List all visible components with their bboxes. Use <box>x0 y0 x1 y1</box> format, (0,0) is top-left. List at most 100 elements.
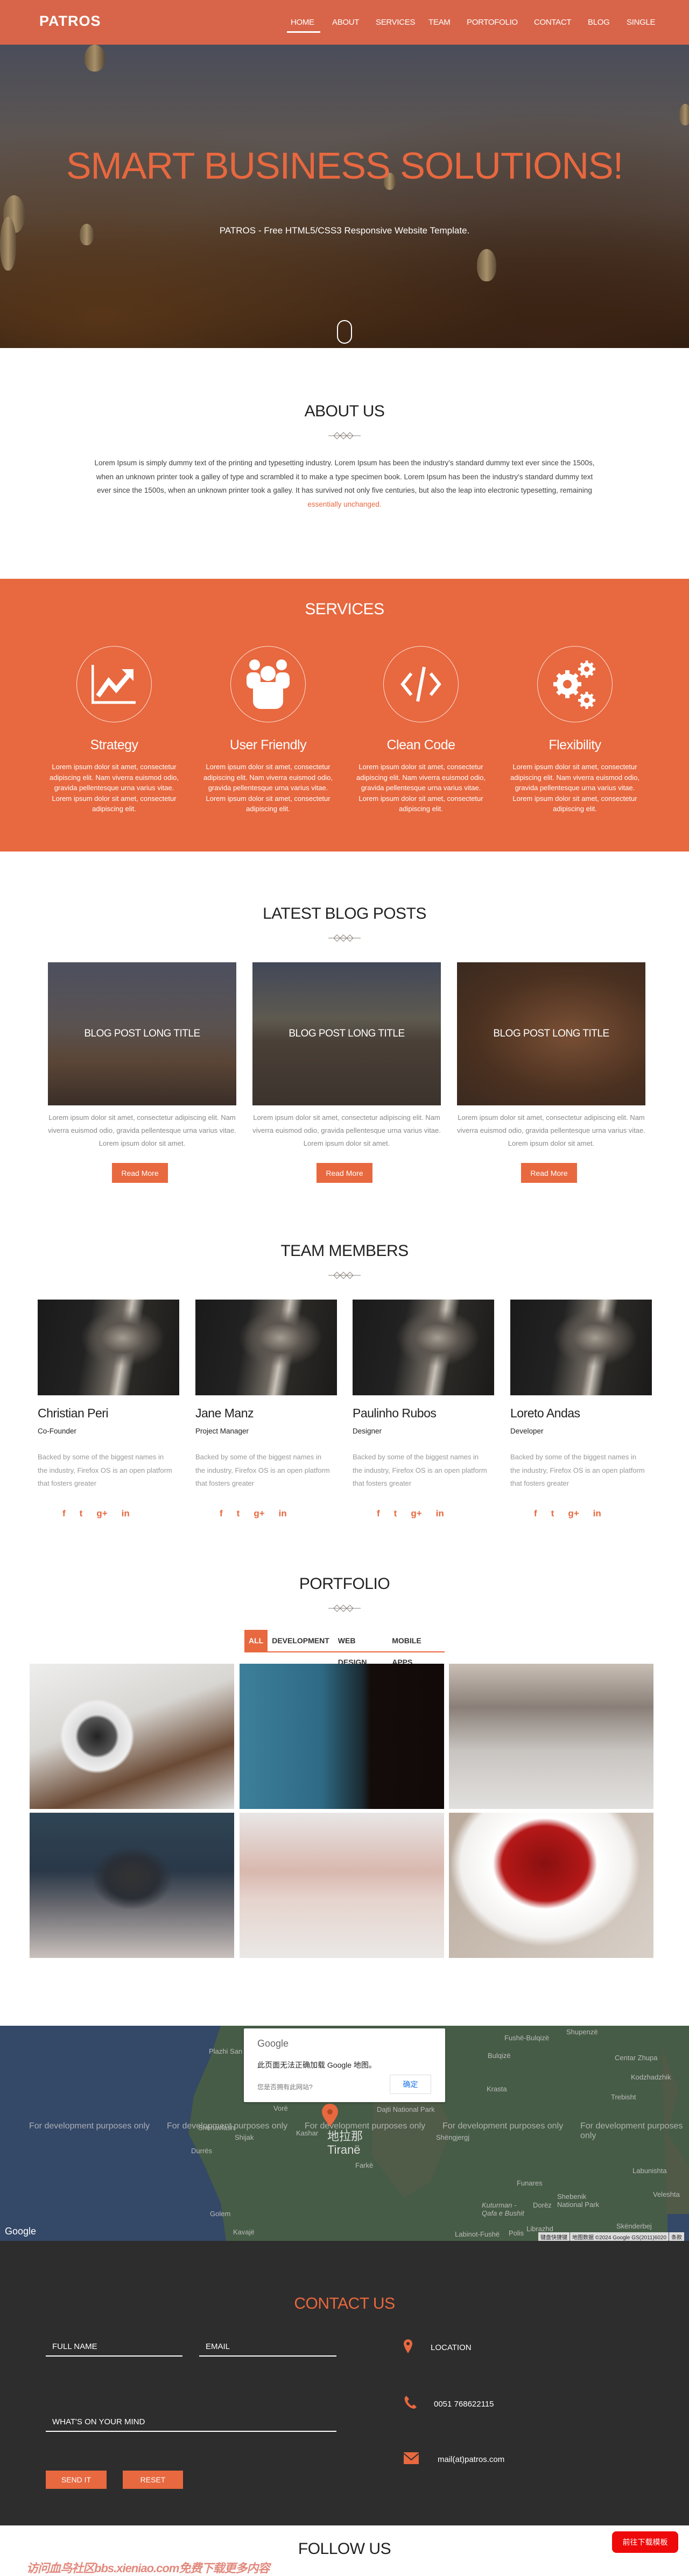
read-more-button[interactable]: Read More <box>112 1163 168 1183</box>
map-label: Skënderbej <box>616 2222 652 2230</box>
map-watermark: For development purposes only <box>167 2121 288 2131</box>
service-title: User Friendly <box>229 737 307 753</box>
service-icon-circle <box>537 646 613 722</box>
map-label: Kuturman - Qafa e Bushit <box>482 2201 524 2217</box>
map-owner-link[interactable]: 您是否拥有此网站? <box>257 2082 313 2091</box>
map-terms-link[interactable]: 条款 <box>669 2232 685 2241</box>
portfolio-item-gamepad[interactable] <box>30 1813 234 1958</box>
follow-title: FOLLOW US <box>298 2540 391 2558</box>
nav-portfolio[interactable]: PORTOFOLIO <box>467 18 518 27</box>
nav-blog[interactable]: BLOG <box>588 18 610 27</box>
service-text: Lorem ipsum dolor sit amet, consectetur … <box>510 763 639 813</box>
tab-development[interactable]: DEVELOPMENT <box>268 1630 334 1651</box>
mouse-scroll-icon[interactable] <box>337 320 352 344</box>
map-label: Dorëz <box>533 2201 552 2209</box>
message-textarea[interactable]: WHAT'S ON YOUR MIND <box>46 2417 336 2432</box>
google-plus-icon[interactable]: g+ <box>568 1508 579 1519</box>
twitter-icon[interactable]: t <box>80 1508 83 1519</box>
portfolio-title: PORTFOLIO <box>299 1575 390 1593</box>
email-input[interactable]: EMAIL <box>199 2342 336 2357</box>
contact-location: LOCATION <box>431 2343 472 2352</box>
map-label: Krasta <box>487 2085 507 2093</box>
facebook-icon[interactable]: f <box>534 1508 537 1519</box>
read-more-button[interactable]: Read More <box>521 1163 577 1183</box>
about-text: Lorem Ipsum is simply dummy text of the … <box>92 456 597 511</box>
team-social-links: f t g+ in <box>534 1508 601 1519</box>
facebook-icon[interactable]: f <box>377 1508 380 1519</box>
team-photo <box>510 1300 652 1395</box>
map-label: Vorë <box>273 2104 288 2112</box>
nav-single[interactable]: SINGLE <box>627 18 656 27</box>
tab-web-design[interactable]: WEB DESIGN <box>334 1630 388 1666</box>
nav-home[interactable]: HOME <box>291 18 314 27</box>
team-photo <box>353 1300 494 1395</box>
read-more-button[interactable]: Read More <box>317 1163 372 1183</box>
linkedin-icon[interactable]: in <box>279 1508 287 1519</box>
blog-card-image[interactable]: BLOG POST LONG TITLE <box>252 962 441 1105</box>
contact-section: CONTACT US FULL NAME EMAIL WHAT'S ON YOU… <box>0 2241 689 2525</box>
blog-card-title: BLOG POST LONG TITLE <box>289 1028 405 1039</box>
about-link[interactable]: essentially unchanged. <box>307 500 381 508</box>
team-member-bio: Backed by some of the biggest names in t… <box>195 1453 330 1487</box>
blog-card-text: Lorem ipsum dolor sit amet, consectetur … <box>252 1113 441 1147</box>
contact-email[interactable]: mail(at)patros.com <box>438 2455 504 2464</box>
map-data-credit: 地图数据 ©2024 Google GS(2011)6020 <box>570 2232 669 2241</box>
nav-contact[interactable]: CONTACT <box>534 18 572 27</box>
full-name-input[interactable]: FULL NAME <box>46 2342 182 2357</box>
nav-team[interactable]: TEAM <box>428 18 451 27</box>
map-error-message: 此页面无法正确加载 Google 地图。 <box>257 2061 376 2069</box>
facebook-icon[interactable]: f <box>62 1508 66 1519</box>
map-keyboard-shortcuts[interactable]: 键盘快捷键 <box>538 2232 570 2241</box>
hero-section <box>0 45 689 348</box>
logo[interactable]: PATROS <box>39 13 101 30</box>
map-watermark: For development purposes only <box>580 2121 683 2140</box>
portfolio-filter-tabs: ALL DEVELOPMENT WEB DESIGN MOBILE APPS <box>244 1630 445 1666</box>
google-plus-icon[interactable]: g+ <box>411 1508 421 1519</box>
service-user-friendly: User Friendly Lorem ipsum dolor sit amet… <box>198 646 338 814</box>
divider-ornament-icon <box>328 432 361 439</box>
blog-card-image[interactable]: BLOG POST LONG TITLE <box>48 962 236 1105</box>
code-icon <box>400 666 441 702</box>
map-label: Fushë-Bulqizë <box>504 2034 550 2042</box>
tab-mobile-apps[interactable]: MOBILE APPS <box>388 1630 445 1666</box>
nav-services[interactable]: SERVICES <box>376 18 415 27</box>
nav-about[interactable]: ABOUT <box>332 18 359 27</box>
linkedin-icon[interactable]: in <box>436 1508 444 1519</box>
blog-card-image[interactable]: BLOG POST LONG TITLE <box>457 962 645 1105</box>
portfolio-item-phone[interactable] <box>240 1664 444 1809</box>
send-button[interactable]: SEND IT <box>46 2471 107 2489</box>
linkedin-icon[interactable]: in <box>122 1508 130 1519</box>
balloon-image <box>477 249 496 281</box>
portfolio-item-raspberries[interactable] <box>449 1813 653 1958</box>
portfolio-item-mixer[interactable] <box>449 1664 653 1809</box>
google-plus-icon[interactable]: g+ <box>96 1508 107 1519</box>
team-member-name: Loreto Andas <box>510 1406 580 1420</box>
twitter-icon[interactable]: t <box>237 1508 240 1519</box>
map-error-dialog: Google 此页面无法正确加载 Google 地图。 您是否拥有此网站? 确定 <box>244 2028 445 2102</box>
facebook-icon[interactable]: f <box>220 1508 223 1519</box>
map-label: Labinot-Fushë <box>455 2230 500 2238</box>
about-body: Lorem Ipsum is simply dummy text of the … <box>94 459 595 495</box>
google-map-logo: Google <box>5 2226 37 2237</box>
team-member-name: Christian Peri <box>38 1406 109 1420</box>
linkedin-icon[interactable]: in <box>593 1508 601 1519</box>
service-title: Flexibility <box>549 737 601 753</box>
portfolio-item-speaker[interactable] <box>30 1664 234 1809</box>
twitter-icon[interactable]: t <box>394 1508 397 1519</box>
blog-card-text: Lorem ipsum dolor sit amet, consectetur … <box>457 1113 645 1147</box>
balloon-image <box>85 45 105 72</box>
download-template-button[interactable]: 前往下载模板 <box>612 2531 678 2553</box>
contact-phone: 0051 768622115 <box>434 2400 494 2409</box>
portfolio-item-desk[interactable] <box>240 1813 444 1958</box>
google-plus-icon[interactable]: g+ <box>254 1508 264 1519</box>
twitter-icon[interactable]: t <box>551 1508 554 1519</box>
map-ok-button[interactable]: 确定 <box>390 2075 431 2094</box>
map-label: Bulqizë <box>488 2052 511 2060</box>
hero-subtitle: PATROS - Free HTML5/CSS3 Responsive Webs… <box>219 225 470 236</box>
tab-all[interactable]: ALL <box>244 1630 268 1651</box>
team-member-bio: Backed by some of the biggest names in t… <box>38 1453 172 1487</box>
team-member-name: Jane Manz <box>195 1406 254 1420</box>
map-marker-icon[interactable] <box>322 2104 338 2126</box>
google-map[interactable]: Plazhi San Pietro Fushë-Bulqizë Shupenzë… <box>0 2026 689 2241</box>
reset-button[interactable]: RESET <box>123 2471 183 2489</box>
